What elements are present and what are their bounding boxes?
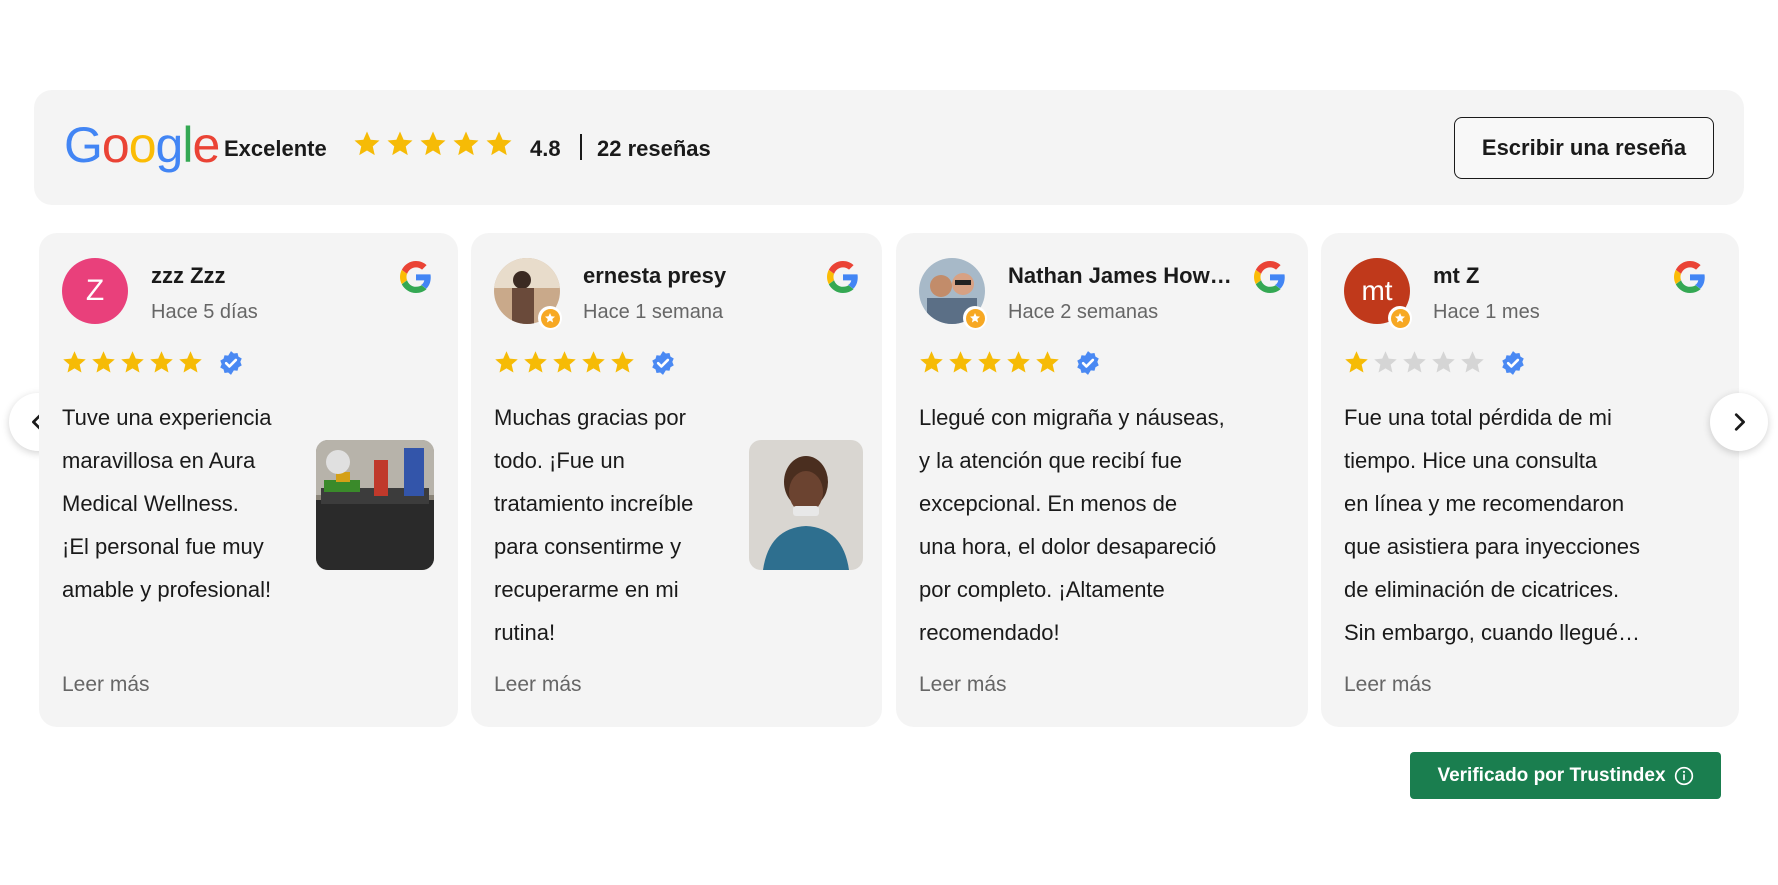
review-card: ernesta presy Hace 1 semana Muchas graci… (471, 233, 882, 727)
local-guide-badge (1388, 306, 1412, 330)
next-arrow-button[interactable] (1710, 393, 1768, 451)
review-photo[interactable] (749, 440, 863, 570)
header-stars (352, 129, 514, 159)
review-count: 22 reseñas (597, 136, 711, 161)
read-more-link[interactable]: Leer más (1344, 673, 1432, 697)
read-more-link[interactable]: Leer más (62, 673, 150, 697)
rating-label: Excelente (224, 136, 327, 161)
divider (580, 134, 582, 160)
star-icon (495, 351, 518, 373)
reviewer-name: Nathan James How… (1008, 263, 1232, 288)
review-text: Fue una total pérdida de mi tiempo. Hice… (1344, 405, 1640, 645)
star-icon (524, 351, 547, 373)
star-icon (420, 131, 446, 156)
empty-star-icon (1403, 351, 1426, 373)
star-icon (453, 131, 479, 156)
star-icon (387, 131, 413, 156)
rating-score: 4.8 (530, 136, 561, 161)
star-icon (354, 131, 380, 156)
star-icon (1345, 351, 1368, 373)
review-text: Tuve una experiencia maravillosa en Aura… (62, 405, 272, 602)
rating-stars (1343, 349, 1526, 376)
avatar: Z (62, 258, 128, 324)
star-icon (553, 351, 576, 373)
star-icon (63, 351, 86, 373)
review-card: Nathan James How… Hace 2 semanas Llegué … (896, 233, 1308, 727)
review-text: Llegué con migraña y náuseas, y la atenc… (919, 405, 1225, 645)
reviewer-name: mt Z (1433, 263, 1480, 288)
rating-stars (61, 349, 244, 376)
review-date: Hace 1 mes (1433, 301, 1540, 323)
star-icon (486, 131, 512, 156)
review-date: Hace 5 días (151, 301, 258, 323)
star-icon (1036, 351, 1059, 373)
info-icon (1674, 766, 1693, 785)
reviewer-name: zzz Zzz (151, 263, 226, 288)
verified-badge-icon (652, 350, 674, 375)
review-date: Hace 2 semanas (1008, 301, 1159, 323)
star-icon (179, 351, 202, 373)
star-icon (582, 351, 605, 373)
star-icon (920, 351, 943, 373)
review-card: Z zzz Zzz Hace 5 días Tuve una experienc… (39, 233, 458, 727)
google-icon (400, 261, 431, 293)
star-icon (611, 351, 634, 373)
reviewer-name: ernesta presy (583, 263, 727, 288)
star-icon (949, 351, 972, 373)
google-logo: Google (64, 117, 220, 173)
local-guide-badge (963, 306, 987, 330)
star-icon (150, 351, 173, 373)
star-icon (121, 351, 144, 373)
write-review-button[interactable]: Escribir una reseña (1454, 117, 1714, 179)
trustindex-verified-button[interactable]: Verificado por Trustindex (1410, 752, 1721, 799)
read-more-link[interactable]: Leer más (494, 673, 582, 697)
avatar-initials: Z (62, 258, 128, 324)
google-icon (827, 261, 858, 293)
empty-star-icon (1374, 351, 1397, 373)
chevron-right-icon (1734, 413, 1745, 431)
review-card: mt mt Z Hace 1 mes Fue una total pérdida… (1321, 233, 1739, 727)
star-icon (1007, 351, 1030, 373)
google-icon (1674, 261, 1705, 293)
read-more-link[interactable]: Leer más (919, 673, 1007, 697)
rating-summary-bar: Google Excelente 4.8 22 reseñas Escribir… (34, 90, 1744, 205)
local-guide-badge (538, 306, 562, 330)
verified-badge-icon (220, 350, 242, 375)
review-date: Hace 1 semana (583, 301, 724, 323)
verified-badge-icon (1077, 350, 1099, 375)
google-icon (1254, 261, 1285, 293)
trustindex-label: Verificado por Trustindex (1437, 764, 1666, 786)
rating-stars (918, 349, 1101, 376)
star-icon (978, 351, 1001, 373)
star-icon (92, 351, 115, 373)
verified-badge-icon (1502, 350, 1524, 375)
rating-stars (493, 349, 676, 376)
review-text: Muchas gracias por todo. ¡Fue un tratami… (494, 405, 694, 645)
review-photo[interactable] (316, 440, 434, 570)
empty-star-icon (1432, 351, 1455, 373)
empty-star-icon (1461, 351, 1484, 373)
